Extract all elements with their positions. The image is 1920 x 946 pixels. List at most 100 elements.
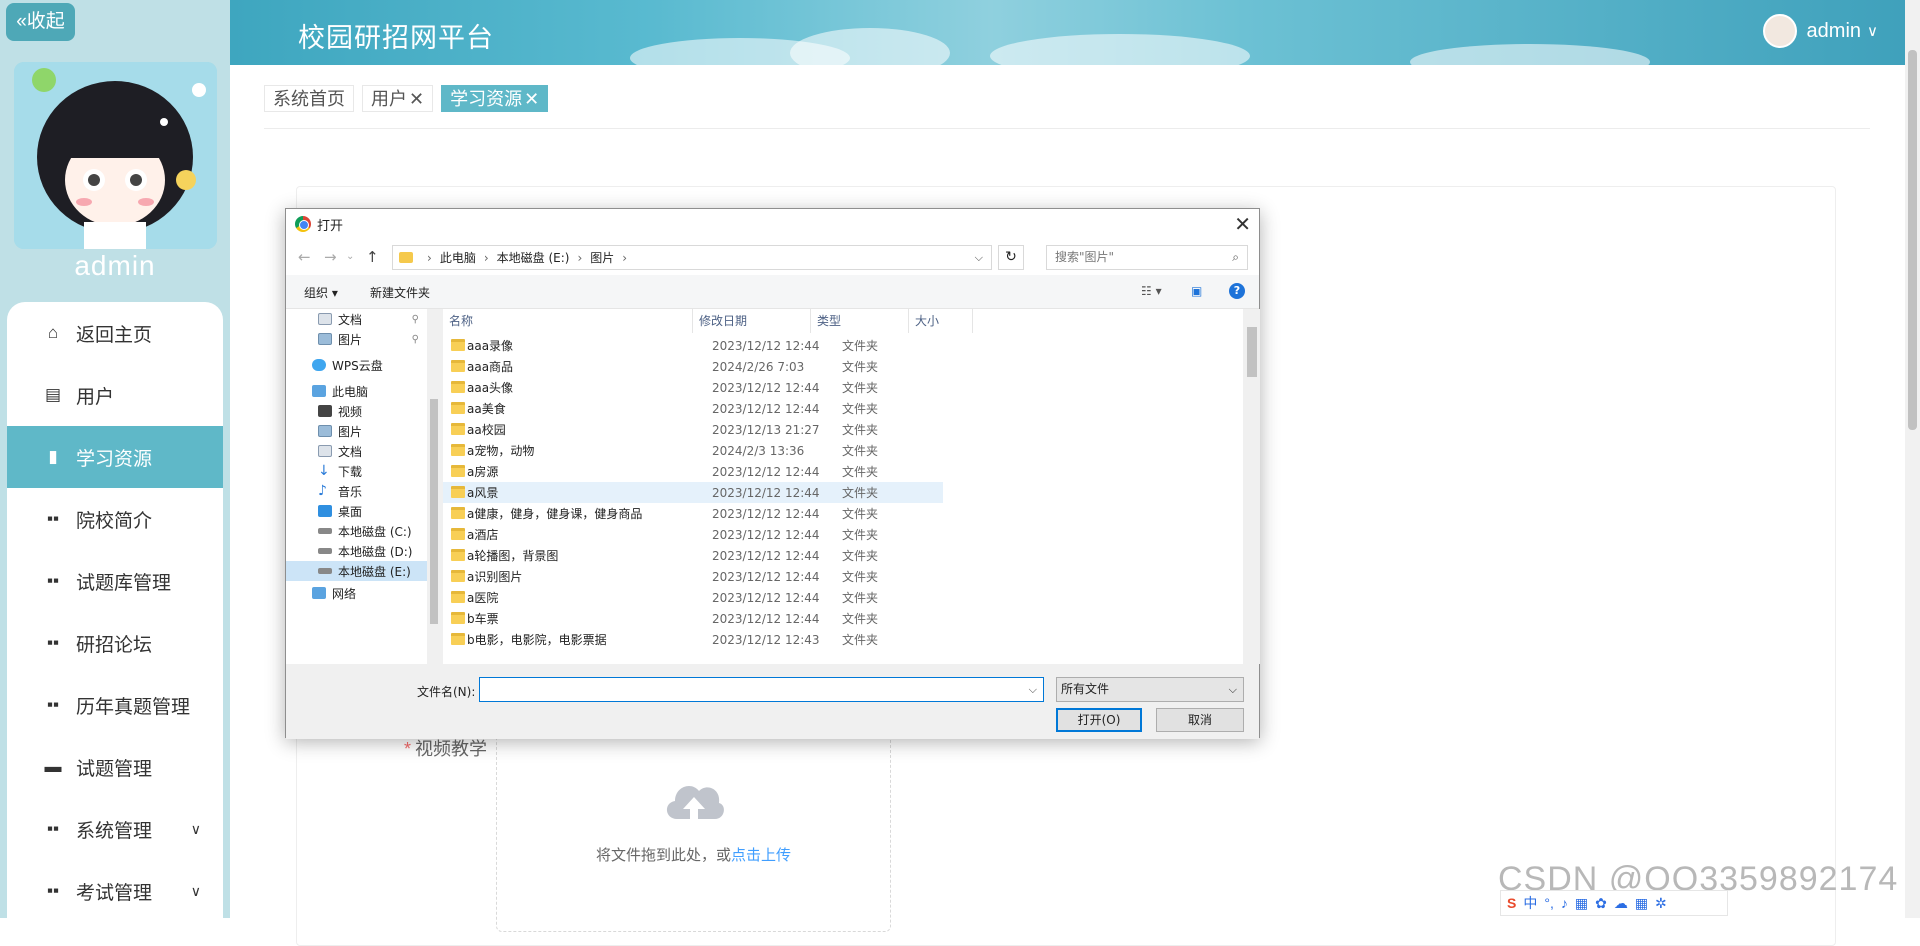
menu-item-exam[interactable]: ▪▪ 考试管理 ∨ bbox=[7, 860, 223, 922]
user-menu[interactable]: admin ∨ bbox=[1762, 14, 1878, 48]
menu-item-school-intro[interactable]: ▪▪ 院校简介 bbox=[7, 488, 223, 550]
open-button[interactable]: 打开(O) bbox=[1056, 708, 1142, 732]
back-arrow-icon[interactable]: ← bbox=[298, 248, 311, 266]
close-button[interactable]: ✕ bbox=[1234, 212, 1251, 236]
menu-item-question-management[interactable]: ▬ 试题管理 bbox=[7, 736, 223, 798]
menu-label: 研招论坛 bbox=[76, 634, 153, 656]
nav-item-network[interactable]: 网络 bbox=[286, 583, 427, 603]
view-options-icon[interactable]: ☷ ▾ bbox=[1141, 284, 1162, 298]
nav-item-documents-2[interactable]: 文档 bbox=[286, 441, 427, 461]
mic-icon[interactable]: ♪ bbox=[1561, 895, 1568, 911]
cancel-button[interactable]: 取消 bbox=[1156, 708, 1244, 732]
chevron-down-icon[interactable]: ⌄ bbox=[346, 251, 354, 262]
cloud-icon[interactable]: ☁ bbox=[1614, 895, 1628, 912]
file-row[interactable]: aaa头像 2023/12/12 12:44 文件夹 bbox=[443, 377, 943, 398]
nav-item-music[interactable]: ♪ 音乐 bbox=[286, 481, 427, 501]
tag-learning-resources[interactable]: 学习资源 ✕ bbox=[441, 85, 549, 112]
sogou-icon: S bbox=[1507, 895, 1517, 911]
menu-item-forum[interactable]: ▪▪ 研招论坛 bbox=[7, 612, 223, 674]
dialog-title: 打开 bbox=[317, 218, 344, 234]
menu-item-learning-resources[interactable]: ▮ 学习资源 bbox=[7, 426, 223, 488]
menu-item-question-bank[interactable]: ▪▪ 试题库管理 bbox=[7, 550, 223, 612]
nav-label: 文档 bbox=[338, 312, 363, 327]
file-row[interactable]: a酒店 2023/12/12 12:44 文件夹 bbox=[443, 524, 943, 545]
file-row[interactable]: b车票 2023/12/12 12:44 文件夹 bbox=[443, 608, 943, 629]
page-scrollbar-thumb[interactable] bbox=[1908, 50, 1917, 430]
column-name[interactable]: 名称 bbox=[443, 309, 693, 333]
file-row[interactable]: a轮播图，背景图 2023/12/12 12:44 文件夹 bbox=[443, 545, 943, 566]
column-type[interactable]: 类型 bbox=[811, 309, 909, 333]
nav-scrollbar-thumb[interactable] bbox=[430, 399, 438, 624]
preview-pane-icon[interactable]: ▣ bbox=[1191, 284, 1202, 298]
file-list-scrollbar-thumb[interactable] bbox=[1247, 327, 1257, 377]
file-row[interactable]: aa美食 2023/12/12 12:44 文件夹 bbox=[443, 398, 943, 419]
filename-input[interactable]: ⌵ bbox=[479, 677, 1044, 702]
chevron-down-icon[interactable]: ⌵ bbox=[1029, 683, 1037, 697]
file-row[interactable]: a房源 2023/12/12 12:44 文件夹 bbox=[443, 461, 943, 482]
column-size[interactable]: 大小 bbox=[909, 309, 973, 333]
filetype-select[interactable]: 所有文件 ⌵ bbox=[1056, 677, 1244, 702]
nav-item-desktop[interactable]: 桌面 bbox=[286, 501, 427, 521]
file-type: 文件夹 bbox=[842, 381, 879, 395]
upload-dropzone[interactable]: 将文件拖到此处，或点击上传 bbox=[496, 732, 891, 932]
menu-label: 历年真题管理 bbox=[76, 696, 191, 718]
keyboard-icon[interactable]: ▦ bbox=[1575, 895, 1588, 912]
file-row[interactable]: aa校园 2023/12/13 21:27 文件夹 bbox=[443, 419, 943, 440]
search-input[interactable]: 搜索"图片" ⌕ bbox=[1046, 245, 1248, 270]
new-folder-button[interactable]: 新建文件夹 bbox=[370, 284, 430, 301]
nav-item-pictures[interactable]: 图片 ⚲ bbox=[286, 329, 427, 349]
breadcrumb-drive-e[interactable]: 本地磁盘 (E:) bbox=[497, 249, 570, 266]
nav-item-pictures-2[interactable]: 图片 bbox=[286, 421, 427, 441]
menu-item-past-exams[interactable]: ▪▪ 历年真题管理 bbox=[7, 674, 223, 736]
column-date[interactable]: 修改日期 bbox=[693, 309, 811, 333]
chevron-down-icon[interactable]: ⌵ bbox=[975, 251, 983, 265]
breadcrumb-pictures[interactable]: 图片 bbox=[590, 249, 614, 266]
nav-item-wps-cloud[interactable]: WPS云盘 bbox=[286, 355, 427, 375]
tag-home[interactable]: 系统首页 bbox=[264, 85, 354, 112]
organize-button[interactable]: 组织 ▾ bbox=[304, 284, 338, 301]
dialog-footer: 文件名(N): ⌵ 所有文件 ⌵ 打开(O) 取消 bbox=[286, 664, 1259, 739]
punctuation-icon[interactable]: °, bbox=[1544, 895, 1554, 911]
gear-icon[interactable]: ✲ bbox=[1655, 895, 1667, 912]
file-row[interactable]: aaa录像 2023/12/12 12:44 文件夹 bbox=[443, 335, 943, 356]
file-date: 2023/12/12 12:44 bbox=[712, 569, 820, 584]
nav-item-drive-c[interactable]: 本地磁盘 (C:) bbox=[286, 521, 427, 541]
upload-link[interactable]: 点击上传 bbox=[731, 847, 791, 864]
menu-item-system[interactable]: ▪▪ 系统管理 ∨ bbox=[7, 798, 223, 860]
forward-arrow-icon[interactable]: → bbox=[324, 248, 337, 266]
nav-item-drive-e[interactable]: 本地磁盘 (E:) bbox=[286, 561, 427, 581]
ime-toolbar[interactable]: S 中 °, ♪ ▦ ✿ ☁ ▦ ✲ bbox=[1500, 890, 1728, 916]
file-row[interactable]: a宠物，动物 2024/2/3 13:36 文件夹 bbox=[443, 440, 943, 461]
file-row[interactable]: a医院 2023/12/12 12:44 文件夹 bbox=[443, 587, 943, 608]
menu-item-home[interactable]: ⌂ 返回主页 bbox=[7, 302, 223, 364]
nav-item-documents[interactable]: 文档 ⚲ bbox=[286, 309, 427, 329]
file-date: 2023/12/12 12:44 bbox=[712, 590, 820, 605]
file-row[interactable]: a识别图片 2023/12/12 12:44 文件夹 bbox=[443, 566, 943, 587]
file-type: 文件夹 bbox=[842, 339, 879, 353]
address-bar[interactable]: › 此电脑 › 本地磁盘 (E:) › 图片 › ⌵ bbox=[392, 245, 992, 270]
file-row[interactable]: a健康，健身，健身课，健身商品 2023/12/12 12:44 文件夹 bbox=[443, 503, 943, 524]
nav-item-videos[interactable]: 视频 bbox=[286, 401, 427, 421]
collapse-button[interactable]: «收起 bbox=[6, 3, 75, 41]
help-icon[interactable]: ? bbox=[1229, 283, 1245, 299]
grid-icon[interactable]: ▦ bbox=[1635, 895, 1648, 912]
nav-item-drive-d[interactable]: 本地磁盘 (D:) bbox=[286, 541, 427, 561]
file-row[interactable]: a风景 2023/12/12 12:44 文件夹 bbox=[443, 482, 943, 503]
nav-item-downloads[interactable]: ↓ 下载 bbox=[286, 461, 427, 481]
refresh-button[interactable]: ↻ bbox=[998, 245, 1024, 270]
close-icon[interactable]: ✕ bbox=[524, 89, 539, 109]
network-icon bbox=[312, 587, 326, 599]
file-row[interactable]: b电影，电影院，电影票据 2023/12/12 12:43 文件夹 bbox=[443, 629, 943, 650]
breadcrumb-this-pc[interactable]: 此电脑 bbox=[440, 249, 476, 266]
file-row[interactable]: aaa商品 2024/2/26 7:03 文件夹 bbox=[443, 356, 943, 377]
nav-item-this-pc[interactable]: 此电脑 bbox=[286, 381, 427, 401]
file-type: 文件夹 bbox=[842, 612, 879, 626]
up-arrow-icon[interactable]: ↑ bbox=[366, 248, 379, 266]
tag-user[interactable]: 用户 ✕ bbox=[362, 85, 434, 112]
skin-icon[interactable]: ✿ bbox=[1595, 895, 1607, 912]
menu-label: 考试管理 bbox=[76, 882, 153, 904]
menu-item-user[interactable]: ▤ 用户 bbox=[7, 364, 223, 426]
close-icon[interactable]: ✕ bbox=[409, 89, 424, 109]
ime-mode[interactable]: 中 bbox=[1523, 893, 1537, 913]
tag-label: 学习资源 bbox=[450, 89, 523, 109]
